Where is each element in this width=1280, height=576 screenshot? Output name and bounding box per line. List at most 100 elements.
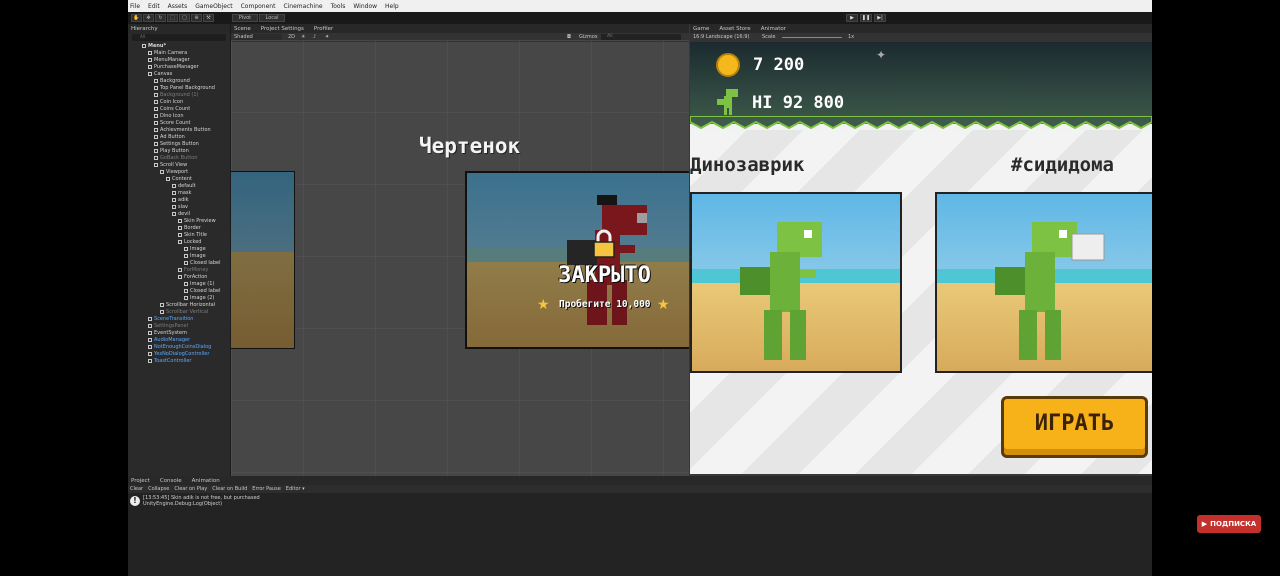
hierarchy-item[interactable]: Locked xyxy=(178,239,201,246)
skin-card-devil[interactable]: ЗАКРЫТО ★ Пробегите 10,000 ★ xyxy=(465,171,689,349)
hierarchy-item[interactable]: Scroll View xyxy=(154,162,187,169)
hierarchy-item[interactable]: devil xyxy=(172,211,190,218)
hierarchy-item[interactable]: NotEnoughCoinsDialog xyxy=(148,344,211,351)
hierarchy-item[interactable]: Background xyxy=(154,78,190,85)
hand-tool-icon[interactable]: ✋ xyxy=(131,14,142,22)
tab-profiler[interactable]: Profiler xyxy=(314,26,333,32)
hierarchy-item[interactable]: Content xyxy=(166,176,192,183)
menu-edit[interactable]: Edit xyxy=(148,3,160,10)
scale-tool-icon[interactable]: ⬚ xyxy=(167,14,178,22)
hierarchy-item[interactable]: ToastController xyxy=(148,358,192,365)
hierarchy-item[interactable]: Scrollbar Horizontal xyxy=(160,302,215,309)
hierarchy-item[interactable]: ForMoney xyxy=(178,267,208,274)
tab-scene[interactable]: Scene xyxy=(234,26,251,32)
hierarchy-item[interactable]: Image (2) xyxy=(184,295,214,302)
hierarchy-item[interactable]: Skin Preview xyxy=(178,218,216,225)
hierarchy-item[interactable]: Coins Count xyxy=(154,106,190,113)
bottom-tabs: Project Console Animation xyxy=(128,476,1152,485)
hierarchy-item[interactable]: adik xyxy=(172,197,189,204)
clear-button[interactable]: Clear xyxy=(130,486,143,492)
gameobject-icon xyxy=(148,337,152,342)
custom-tool-icon[interactable]: ⚒ xyxy=(203,14,214,22)
tab-asset-store[interactable]: Asset Store xyxy=(719,26,750,32)
youtube-play-icon: ▶ xyxy=(1201,520,1208,528)
hierarchy-item[interactable]: SettingsPanel xyxy=(148,323,188,330)
hierarchy-item[interactable]: SceneTransition xyxy=(148,316,193,323)
hierarchy-item[interactable]: AudioManager xyxy=(148,337,190,344)
hierarchy-item-label: Content xyxy=(172,176,192,182)
hierarchy-item[interactable]: Skin Title xyxy=(178,232,207,239)
hierarchy-item[interactable]: Top Panel Background xyxy=(154,85,215,92)
hierarchy-item[interactable]: Canvas xyxy=(148,71,172,78)
hierarchy-item[interactable]: Background (1) xyxy=(154,92,199,99)
menu-component[interactable]: Component xyxy=(241,3,276,10)
hierarchy-item[interactable]: Border xyxy=(178,225,201,232)
step-button[interactable]: ▶| xyxy=(874,14,886,22)
resolution-dropdown[interactable]: 16:9 Landscape (16:9) xyxy=(693,34,749,40)
error-pause-button[interactable]: Error Pause xyxy=(252,486,280,492)
hierarchy-item[interactable]: MenuManager xyxy=(148,57,190,64)
tab-console[interactable]: Console xyxy=(160,478,182,484)
menu-file[interactable]: File xyxy=(130,3,140,10)
tab-project-settings[interactable]: Project Settings xyxy=(261,26,304,32)
hierarchy-item[interactable]: Closed label xyxy=(184,288,220,295)
hierarchy-item[interactable]: Coin Icon xyxy=(154,99,183,106)
hierarchy-item[interactable]: mask xyxy=(172,190,191,197)
hierarchy-item[interactable]: EventSystem xyxy=(148,330,187,337)
hierarchy-search-input[interactable]: All xyxy=(132,34,226,41)
hierarchy-tab[interactable]: Hierarchy xyxy=(128,24,230,33)
menu-assets[interactable]: Assets xyxy=(168,3,188,10)
menu-gameobject[interactable]: GameObject xyxy=(195,3,232,10)
clear-on-play-button[interactable]: Clear on Play xyxy=(174,486,207,492)
hierarchy-item[interactable]: Image xyxy=(184,246,206,253)
rect-tool-icon[interactable]: ▢ xyxy=(179,14,190,22)
skin-card-default[interactable] xyxy=(690,192,902,373)
hierarchy-item[interactable]: Viewport xyxy=(160,169,188,176)
hierarchy-item[interactable]: default xyxy=(172,183,196,190)
hierarchy-item[interactable]: Settings Button xyxy=(154,141,199,148)
tab-animation[interactable]: Animation xyxy=(192,478,220,484)
hierarchy-item[interactable]: Menu* xyxy=(142,43,166,50)
transform-tool-icon[interactable]: ⊕ xyxy=(191,14,202,22)
hierarchy-item[interactable]: Ad Button xyxy=(154,134,185,141)
hierarchy-item[interactable]: Play Button xyxy=(154,148,189,155)
menu-cinemachine[interactable]: Cinemachine xyxy=(283,3,322,10)
collapse-button[interactable]: Collapse xyxy=(148,486,169,492)
gameobject-icon xyxy=(160,309,164,314)
scale-slider[interactable] xyxy=(782,37,842,38)
play-button[interactable]: ▶ xyxy=(846,14,858,22)
hierarchy-item[interactable]: Image (1) xyxy=(184,281,214,288)
pause-button[interactable]: ❚❚ xyxy=(860,14,872,22)
log-entry[interactable]: [13:53:45] Skin adik is not free, but pu… xyxy=(143,495,260,507)
hierarchy-item[interactable]: Scrollbar Vertical xyxy=(160,309,208,316)
hierarchy-item[interactable]: GoBack Button xyxy=(154,155,197,162)
hierarchy-item-label: devil xyxy=(178,211,190,217)
menu-tools[interactable]: Tools xyxy=(331,3,346,10)
hierarchy-item[interactable]: PurchaseManager xyxy=(148,64,199,71)
tab-game[interactable]: Game xyxy=(693,26,709,32)
hierarchy-item[interactable]: YesNoDialogController xyxy=(148,351,209,358)
subscribe-button[interactable]: ▶ ПОДПИСКА xyxy=(1197,515,1261,533)
skin-card-mask[interactable] xyxy=(935,192,1152,373)
menu-window[interactable]: Window xyxy=(353,3,377,10)
hierarchy-item[interactable]: Dino Icon xyxy=(154,113,184,120)
hierarchy-item[interactable]: Achievments Button xyxy=(154,127,211,134)
move-tool-icon[interactable]: ✥ xyxy=(143,14,154,22)
rotate-tool-icon[interactable]: ↻ xyxy=(155,14,166,22)
menu-help[interactable]: Help xyxy=(385,3,399,10)
hierarchy-item[interactable]: Score Count xyxy=(154,120,190,127)
pivot-toggle[interactable]: Pivot xyxy=(232,14,258,22)
hierarchy-item[interactable]: Closed label xyxy=(184,260,220,267)
hierarchy-item[interactable]: Image xyxy=(184,253,206,260)
local-toggle[interactable]: Local xyxy=(259,14,285,22)
hierarchy-item[interactable]: ForAction xyxy=(178,274,207,281)
hierarchy-item[interactable]: slav xyxy=(172,204,188,211)
clear-on-build-button[interactable]: Clear on Build xyxy=(212,486,247,492)
hierarchy-item-label: Main Camera xyxy=(154,50,188,56)
play-game-button[interactable]: ИГРАТЬ xyxy=(1001,396,1148,458)
hierarchy-item[interactable]: Main Camera xyxy=(148,50,187,57)
gameobject-icon xyxy=(172,197,176,202)
tab-animator[interactable]: Animator xyxy=(761,26,786,32)
tab-project[interactable]: Project xyxy=(131,478,150,484)
editor-dropdown[interactable]: Editor ▾ xyxy=(286,486,305,492)
